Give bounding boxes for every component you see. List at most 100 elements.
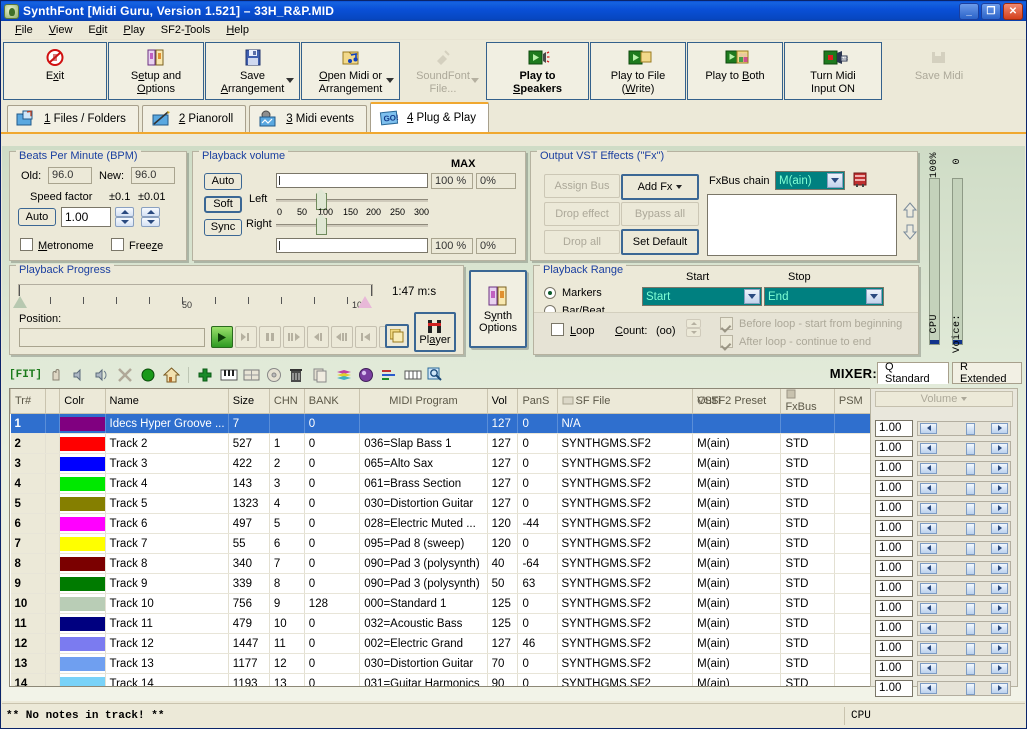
cell-size[interactable]: 7 — [228, 414, 269, 434]
speaker-icon[interactable] — [71, 367, 88, 384]
soundfont-file-button[interactable]: SoundFontFile... — [401, 42, 485, 100]
cell-pans[interactable]: 0 — [518, 614, 557, 634]
mixer-volume-value[interactable]: 1.00 — [875, 440, 913, 457]
volume-auto-button[interactable]: Auto — [204, 173, 242, 190]
slider-knob[interactable] — [966, 643, 975, 655]
cell-sf-file[interactable]: SYNTHGMS.SF2 — [557, 634, 693, 654]
cell-chn[interactable] — [269, 414, 304, 434]
mixer-volume-slider[interactable] — [917, 481, 1011, 496]
metronome-checkbox[interactable] — [20, 238, 33, 251]
copy-icon[interactable] — [312, 367, 329, 384]
minimize-button[interactable]: _ — [959, 3, 979, 20]
track-color-swatch[interactable] — [60, 417, 104, 431]
slider-right-button[interactable] — [991, 563, 1008, 574]
cell-track-number[interactable]: 3 — [11, 454, 46, 474]
cell-vol[interactable]: 127 — [487, 494, 518, 514]
slider-knob[interactable] — [966, 443, 975, 455]
skip-to-start-button[interactable] — [355, 326, 377, 348]
cell-midi-program[interactable]: 030=Distortion Guitar — [360, 654, 487, 674]
copy-window-button[interactable] — [385, 324, 409, 348]
cell-bank[interactable]: 0 — [304, 414, 359, 434]
close-button[interactable]: ✕ — [1003, 3, 1023, 20]
cell-size[interactable]: 1193 — [228, 674, 269, 688]
slider-knob[interactable] — [966, 483, 975, 495]
tab-files-folders[interactable]: 1 Files / Folders — [7, 105, 139, 132]
mixer-volume-value[interactable]: 1.00 — [875, 680, 913, 697]
bypass-all-button[interactable]: Bypass all — [621, 202, 699, 226]
cell-psm[interactable] — [834, 414, 873, 434]
save-arrangement-button[interactable]: SaveArrangement — [205, 42, 300, 100]
slider-knob[interactable] — [966, 423, 975, 435]
slider-knob[interactable] — [966, 603, 975, 615]
cell-name[interactable]: Track 2 — [105, 434, 228, 454]
slider-left-button[interactable] — [920, 543, 937, 554]
cell-sf-file[interactable]: N/A — [557, 414, 693, 434]
cell-name[interactable]: Track 7 — [105, 534, 228, 554]
cell-midi-program[interactable]: 002=Electric Grand — [360, 634, 487, 654]
cell-color[interactable] — [60, 674, 105, 688]
cell-bank[interactable]: 0 — [304, 514, 359, 534]
freeze-checkbox[interactable] — [111, 238, 124, 251]
mixer-volume-value[interactable]: 1.00 — [875, 600, 913, 617]
slider-left-button[interactable] — [920, 643, 937, 654]
track-color-swatch[interactable] — [60, 557, 104, 571]
add-fx-button[interactable]: Add Fx — [621, 174, 699, 200]
cell-midi-program[interactable]: 030=Distortion Guitar — [360, 494, 487, 514]
cell-vol[interactable]: 40 — [487, 554, 518, 574]
cell-chn[interactable]: 10 — [269, 614, 304, 634]
play-to-file-button[interactable]: Play to File(Write) — [590, 42, 686, 100]
volume-soft-button[interactable]: Soft — [204, 196, 242, 213]
menu-file[interactable]: File — [7, 22, 41, 38]
cell-chn[interactable]: 12 — [269, 654, 304, 674]
set-default-button[interactable]: Set Default — [621, 229, 699, 255]
cell-psm[interactable] — [834, 474, 873, 494]
cell-midi-program[interactable]: 065=Alto Sax — [360, 454, 487, 474]
cell-chn[interactable]: 11 — [269, 634, 304, 654]
cell-midi-program[interactable]: 036=Slap Bass 1 — [360, 434, 487, 454]
before-loop-checkbox[interactable] — [720, 317, 733, 330]
cell-track-number[interactable]: 10 — [11, 594, 46, 614]
slider-knob[interactable] — [966, 463, 975, 475]
table-row[interactable]: 5Track 5132340030=Distortion Guitar1270S… — [11, 494, 874, 514]
cell-midi-program[interactable]: 031=Guitar Harmonics — [360, 674, 487, 688]
track-color-swatch[interactable] — [60, 497, 104, 511]
pause-button[interactable] — [259, 326, 281, 348]
cell-color[interactable] — [60, 554, 105, 574]
track-color-swatch[interactable] — [60, 677, 104, 688]
track-color-swatch[interactable] — [60, 617, 104, 631]
mixer-volume-slider[interactable] — [917, 421, 1011, 436]
cell-name[interactable]: Track 8 — [105, 554, 228, 574]
tab-pianoroll[interactable]: 2 Pianoroll — [142, 105, 246, 132]
slider-right-button[interactable] — [991, 503, 1008, 514]
cell-track-number[interactable]: 12 — [11, 634, 46, 654]
cell-sf-file[interactable]: SYNTHGMS.SF2 — [557, 614, 693, 634]
track-color-swatch[interactable] — [60, 477, 104, 491]
cell-sf2-preset[interactable]: M(ain) — [693, 454, 781, 474]
cell-psm[interactable] — [834, 574, 873, 594]
drop-effect-button[interactable]: Drop effect — [544, 202, 620, 226]
col-name[interactable]: Name — [105, 389, 228, 414]
cell-sf2-preset[interactable]: M(ain) — [693, 554, 781, 574]
cell-name[interactable]: Track 12 — [105, 634, 228, 654]
chevron-down-icon[interactable] — [386, 78, 394, 83]
cell-fxbus[interactable]: STD — [781, 434, 834, 454]
cell-size[interactable]: 340 — [228, 554, 269, 574]
cell-psm[interactable] — [834, 534, 873, 554]
fxbus-chain-combo[interactable]: M(ain) — [775, 171, 845, 190]
cell-size[interactable]: 55 — [228, 534, 269, 554]
table-row[interactable]: 8Track 834070090=Pad 3 (polysynth)40-64S… — [11, 554, 874, 574]
chevron-down-icon[interactable] — [866, 289, 882, 304]
cell-size[interactable]: 527 — [228, 434, 269, 454]
cell-name[interactable]: Track 4 — [105, 474, 228, 494]
speed-up-01-button[interactable] — [115, 207, 134, 217]
assign-bus-button[interactable]: Assign Bus — [544, 174, 620, 198]
chevron-down-icon[interactable] — [827, 173, 843, 188]
hand-icon[interactable] — [48, 367, 65, 384]
cell-track-number[interactable]: 14 — [11, 674, 46, 688]
mixer-volume-value[interactable]: 1.00 — [875, 480, 913, 497]
slider-left-button[interactable] — [920, 503, 937, 514]
track-color-swatch[interactable] — [60, 457, 104, 471]
progress-end-marker[interactable] — [358, 296, 372, 308]
cell-fxbus[interactable]: STD — [781, 594, 834, 614]
cell-midi-program[interactable]: 032=Acoustic Bass — [360, 614, 487, 634]
